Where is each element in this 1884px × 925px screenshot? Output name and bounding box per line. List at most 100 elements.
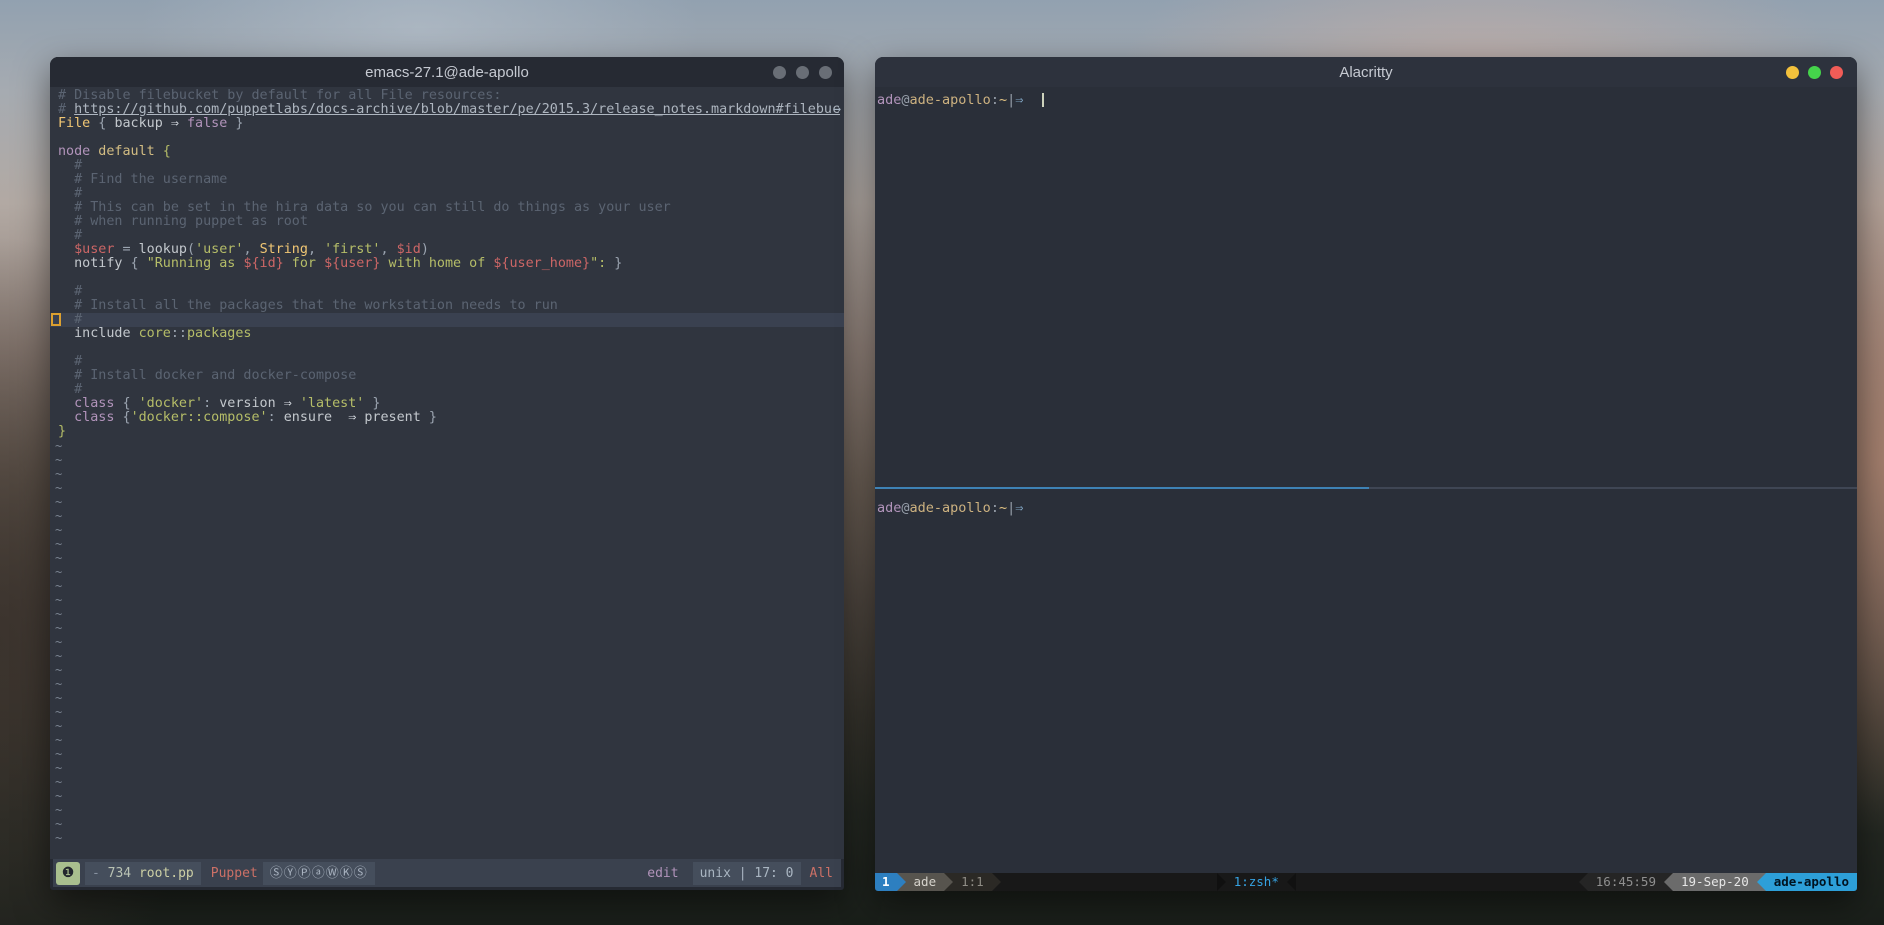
empty-line-marker: ~: [50, 481, 844, 495]
code-line[interactable]: [50, 341, 844, 355]
shell-prompt-bottom-pane[interactable]: ade@ade-apollo:~|⇒: [877, 500, 1023, 516]
empty-line-marker: ~: [50, 719, 844, 733]
alacritty-window-title: Alacritty: [1339, 64, 1392, 81]
tmux-date: 19-Sep-20: [1673, 873, 1757, 891]
code-line[interactable]: # when running puppet as root: [50, 215, 844, 229]
code-line[interactable]: #: [50, 187, 844, 201]
code-line[interactable]: # This can be set in the hira data so yo…: [50, 201, 844, 215]
code-line[interactable]: # Find the username: [50, 173, 844, 187]
emacs-modeline: ❶ - 734 root.pp Puppet ⓈⓎⓅⓐⓌⓀⓈ edit unix…: [53, 859, 841, 887]
code-line[interactable]: #: [50, 285, 844, 299]
code-line[interactable]: }: [50, 425, 844, 439]
empty-line-marker: ~: [50, 761, 844, 775]
shell-prompt-top-pane[interactable]: ade@ade-apollo:~|⇒: [877, 92, 1044, 108]
powerline-separator-icon: [1217, 873, 1226, 891]
code-line[interactable]: [50, 271, 844, 285]
alacritty-titlebar[interactable]: Alacritty: [875, 57, 1857, 87]
tmux-spacer: [1296, 873, 1579, 891]
emacs-window-controls: [773, 57, 832, 87]
empty-line-marker: ~: [50, 579, 844, 593]
tmux-spacer: [1001, 873, 1217, 891]
close-button-icon[interactable]: [1830, 66, 1843, 79]
minimize-button-icon[interactable]: [1786, 66, 1799, 79]
minor-modes-icons: ⓈⓎⓅⓐⓌⓀⓈ: [263, 862, 375, 885]
code-line[interactable]: $user = lookup('user', String, 'first', …: [50, 243, 844, 257]
powerline-separator-icon: [1664, 873, 1673, 891]
tmux-window-id: 1:1: [953, 873, 992, 891]
powerline-separator-icon: [992, 873, 1001, 891]
modeline-buffer-info: - 734 root.pp: [85, 862, 201, 885]
tmux-clock: 16:45:59: [1588, 873, 1664, 891]
empty-line-marker: ~: [50, 649, 844, 663]
window-button-icon[interactable]: [796, 66, 809, 79]
tmux-pane-divider[interactable]: [875, 487, 1857, 489]
empty-line-marker: ~: [50, 551, 844, 565]
emacs-buffer[interactable]: # Disable filebucket by default for all …: [50, 87, 844, 859]
code-line[interactable]: node default {: [50, 145, 844, 159]
empty-line-marker: ~: [50, 789, 844, 803]
powerline-separator-icon: [944, 873, 953, 891]
empty-line-marker: ~: [50, 467, 844, 481]
empty-line-marker: ~: [50, 453, 844, 467]
empty-line-marker: ~: [50, 747, 844, 761]
code-line[interactable]: #: [50, 313, 844, 327]
emacs-window: emacs-27.1@ade-apollo # Disable filebuck…: [50, 57, 844, 890]
empty-line-marker: ~: [50, 593, 844, 607]
terminal-cursor: [1042, 93, 1044, 107]
code-line[interactable]: # Install docker and docker-compose: [50, 369, 844, 383]
code-line[interactable]: #: [50, 355, 844, 369]
empty-line-marker: ~: [50, 677, 844, 691]
code-line[interactable]: class {'docker::compose': ensure ⇒ prese…: [50, 411, 844, 425]
code-line[interactable]: #: [50, 229, 844, 243]
major-mode-label[interactable]: Puppet: [211, 866, 258, 881]
empty-line-marker: ~: [50, 495, 844, 509]
code-line[interactable]: # https://github.com/puppetlabs/docs-arc…: [50, 103, 844, 117]
alacritty-window: Alacritty ade@ade-apollo:~|⇒ ade@ade-apo…: [875, 57, 1857, 891]
empty-line-marker: ~: [50, 817, 844, 831]
powerline-separator-icon: [1287, 873, 1296, 891]
empty-line-marker: ~: [50, 831, 844, 845]
scroll-position-label: All: [810, 866, 833, 881]
window-button-icon[interactable]: [773, 66, 786, 79]
desktop: { "colors": { "tok_comment":"#5b6472","t…: [0, 0, 1884, 925]
buffer-state-label: edit: [647, 866, 678, 881]
empty-line-marker: ~: [50, 635, 844, 649]
empty-line-marker: ~: [50, 705, 844, 719]
empty-line-marker: ~: [50, 733, 844, 747]
emacs-hollow-cursor: [51, 313, 61, 326]
empty-line-marker: ~: [50, 565, 844, 579]
window-button-icon[interactable]: [819, 66, 832, 79]
code-line[interactable]: #: [50, 159, 844, 173]
tmux-hostname: ade-apollo: [1766, 873, 1857, 891]
code-line[interactable]: File { backup ⇒ false }: [50, 117, 844, 131]
buffer-name: root.pp: [139, 866, 194, 881]
code-line[interactable]: # Install all the packages that the work…: [50, 299, 844, 313]
tmux-active-window[interactable]: 1:zsh*: [1226, 873, 1287, 891]
empty-line-marker: ~: [50, 775, 844, 789]
tmux-status-bar: 1 ade 1:1 1:zsh* 16:45:59 19-Sep-20 ade-…: [875, 873, 1857, 891]
line-truncation-arrow-icon: →: [833, 103, 841, 117]
empty-line-marker: ~: [50, 607, 844, 621]
empty-line-marker: ~: [50, 621, 844, 635]
code-line[interactable]: class { 'docker': version ⇒ 'latest' }: [50, 397, 844, 411]
empty-line-marker: ~: [50, 439, 844, 453]
powerline-separator-icon: [1757, 873, 1766, 891]
code-line[interactable]: [50, 131, 844, 145]
code-line[interactable]: # Disable filebucket by default for all …: [50, 89, 844, 103]
tmux-session-name[interactable]: ade: [906, 873, 945, 891]
code-line[interactable]: notify { "Running as ${id} for ${user} w…: [50, 257, 844, 271]
empty-line-marker: ~: [50, 663, 844, 677]
terminal-body[interactable]: ade@ade-apollo:~|⇒ ade@ade-apollo:~|⇒: [875, 87, 1857, 873]
code-line[interactable]: #: [50, 383, 844, 397]
alacritty-window-controls: [1786, 57, 1843, 87]
emacs-window-title: emacs-27.1@ade-apollo: [365, 64, 529, 81]
encoding-position-label: unix | 17: 0: [693, 862, 801, 885]
workspace-indicator-icon: ❶: [56, 862, 80, 885]
emacs-titlebar[interactable]: emacs-27.1@ade-apollo: [50, 57, 844, 87]
powerline-separator-icon: [897, 873, 906, 891]
maximize-button-icon[interactable]: [1808, 66, 1821, 79]
code-line[interactable]: include core::packages: [50, 327, 844, 341]
tmux-session-index[interactable]: 1: [875, 873, 897, 891]
empty-line-marker: ~: [50, 509, 844, 523]
empty-line-marker: ~: [50, 523, 844, 537]
